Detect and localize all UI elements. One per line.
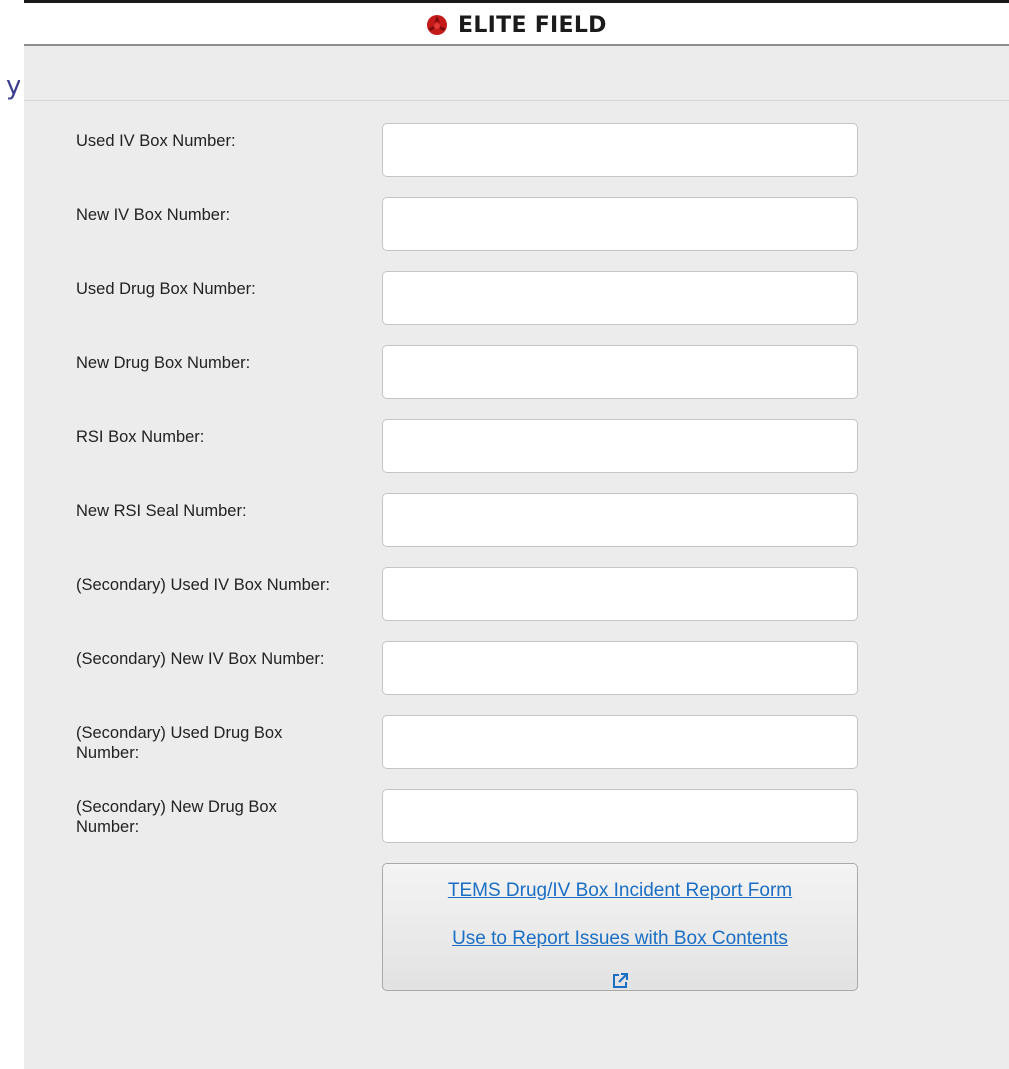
form-content: Used IV Box Number: New IV Box Number: U… bbox=[24, 46, 1009, 1069]
new-drug-box-number-input[interactable] bbox=[382, 345, 858, 399]
form-row-new-drug-box: New Drug Box Number: bbox=[24, 345, 1009, 401]
used-iv-box-number-input[interactable] bbox=[382, 123, 858, 177]
elite-logo-icon bbox=[427, 15, 447, 35]
field-label: (Secondary) New Drug Box Number: bbox=[76, 798, 277, 836]
field-label: Used Drug Box Number: bbox=[76, 280, 256, 298]
field-label: New Drug Box Number: bbox=[76, 354, 251, 372]
field-label: New RSI Seal Number: bbox=[76, 502, 247, 520]
app-header: ELITE FIELD bbox=[24, 0, 1009, 46]
form-row-secondary-new-drug-box: (Secondary) New Drug Box Number: bbox=[24, 789, 1009, 845]
secondary-used-drug-box-number-input[interactable] bbox=[382, 715, 858, 769]
form-row-secondary-used-iv-box: (Secondary) Used IV Box Number: bbox=[24, 567, 1009, 623]
report-box-issues-link[interactable]: Use to Report Issues with Box Contents bbox=[383, 928, 857, 950]
incident-report-link-button[interactable]: TEMS Drug/IV Box Incident Report Form Us… bbox=[382, 863, 858, 991]
rsi-box-number-input[interactable] bbox=[382, 419, 858, 473]
subheader-bar bbox=[24, 46, 1009, 101]
brand: ELITE FIELD bbox=[424, 12, 607, 38]
form-row-secondary-used-drug-box: (Secondary) Used Drug Box Number: bbox=[24, 715, 1009, 771]
form-row-new-iv-box: New IV Box Number: bbox=[24, 197, 1009, 253]
field-label: (Secondary) New IV Box Number: bbox=[76, 650, 325, 668]
field-label: RSI Box Number: bbox=[76, 428, 205, 446]
incident-report-form-link[interactable]: TEMS Drug/IV Box Incident Report Form bbox=[383, 880, 857, 902]
field-label: Used IV Box Number: bbox=[76, 132, 236, 150]
new-rsi-seal-number-input[interactable] bbox=[382, 493, 858, 547]
secondary-used-iv-box-number-input[interactable] bbox=[382, 567, 858, 621]
field-label: New IV Box Number: bbox=[76, 206, 231, 224]
edge-glyph: y bbox=[6, 72, 20, 100]
secondary-new-drug-box-number-input[interactable] bbox=[382, 789, 858, 843]
field-label: (Secondary) Used Drug Box Number: bbox=[76, 724, 283, 762]
form-row-used-drug-box: Used Drug Box Number: bbox=[24, 271, 1009, 327]
form-row-secondary-new-iv-box: (Secondary) New IV Box Number: bbox=[24, 641, 1009, 697]
left-edge-strip: y bbox=[0, 0, 24, 1069]
form-row-new-rsi-seal: New RSI Seal Number: bbox=[24, 493, 1009, 549]
secondary-new-iv-box-number-input[interactable] bbox=[382, 641, 858, 695]
new-iv-box-number-input[interactable] bbox=[382, 197, 858, 251]
used-drug-box-number-input[interactable] bbox=[382, 271, 858, 325]
form-row-rsi-box: RSI Box Number: bbox=[24, 419, 1009, 475]
field-label: (Secondary) Used IV Box Number: bbox=[76, 576, 331, 594]
form-row-used-iv-box: Used IV Box Number: bbox=[24, 123, 1009, 179]
external-link-icon[interactable] bbox=[611, 972, 629, 990]
brand-name: ELITE FIELD bbox=[458, 12, 607, 38]
